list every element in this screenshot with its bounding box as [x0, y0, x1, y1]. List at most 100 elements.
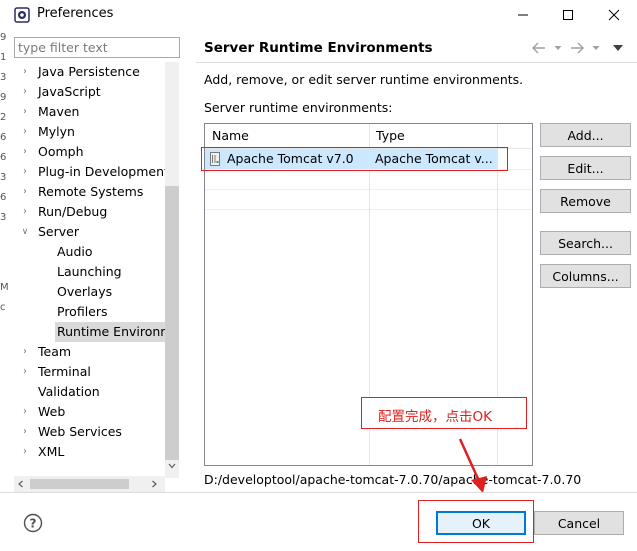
tree-item-label: Web Services [38, 424, 122, 439]
forward-arrow-icon[interactable] [569, 41, 585, 55]
tree-item-label: Validation [38, 384, 100, 399]
chevron-right-icon[interactable]: › [20, 202, 30, 222]
column-header-type[interactable]: Type [369, 124, 497, 148]
minimize-button[interactable] [500, 0, 546, 30]
bottom-divider [0, 492, 637, 493]
tree-item-label: Runtime Environments [57, 324, 165, 339]
tree-item-profilers[interactable]: Profilers [14, 302, 165, 322]
chevron-right-icon[interactable]: › [20, 422, 30, 442]
tree-item-label: Java Persistence [38, 64, 140, 79]
tree-item-audio[interactable]: Audio [14, 242, 165, 262]
tree-item-plugin-development[interactable]: › Plug-in Development [14, 162, 165, 182]
edge-char: 6 [0, 132, 7, 143]
header-divider [196, 62, 637, 63]
tree-item-java-persistence[interactable]: › Java Persistence [14, 62, 165, 82]
tree-item-label: Run/Debug [38, 204, 108, 219]
edge-char: 1 [0, 52, 7, 63]
tree-item-web-services[interactable]: › Web Services [14, 422, 165, 442]
tree-item-label: Audio [57, 244, 93, 259]
tree-item-oomph[interactable]: › Oomph [14, 142, 165, 162]
tree-item-terminal[interactable]: › Terminal [14, 362, 165, 382]
filter-box [14, 37, 180, 58]
tree-item-label: Remote Systems [38, 184, 144, 199]
tree-item-web[interactable]: › Web [14, 402, 165, 422]
tree-item-label: Oomph [38, 144, 84, 159]
chevron-right-icon[interactable]: › [20, 162, 30, 182]
tree-horizontal-scroll-thumb[interactable] [30, 479, 129, 489]
tree-item-maven[interactable]: › Maven [14, 102, 165, 122]
tree-item-label: Profilers [57, 304, 108, 319]
tree-item-mylyn[interactable]: › Mylyn [14, 122, 165, 142]
search-button[interactable]: Search... [540, 231, 631, 255]
tree-item-label: XML [38, 444, 65, 459]
chevron-right-icon[interactable]: › [20, 62, 30, 82]
maximize-button[interactable] [545, 0, 591, 30]
annotation-callout: 配置完成，点击OK [361, 397, 527, 429]
tree-item-label: Terminal [38, 364, 91, 379]
runtime-location-path: D:/developtool/apache-tomcat-7.0.70/apac… [204, 472, 582, 487]
tree-item-overlays[interactable]: Overlays [14, 282, 165, 302]
edge-char: 2 [0, 112, 7, 123]
filter-input[interactable] [15, 38, 179, 57]
tree-item-server[interactable]: ∨ Server [14, 222, 165, 242]
tree-item-label: Mylyn [38, 124, 75, 139]
edge-char: M [0, 282, 9, 293]
edge-char: 3 [0, 72, 7, 83]
preferences-tree: › Java Persistence › JavaScript › Maven … [14, 62, 165, 478]
svg-text:?: ? [30, 517, 37, 531]
close-button[interactable] [591, 0, 637, 30]
chevron-right-icon[interactable]: › [20, 102, 30, 122]
tree-item-label: Maven [38, 104, 80, 119]
tree-item-remote-systems[interactable]: › Remote Systems [14, 182, 165, 202]
remove-button[interactable]: Remove [540, 189, 631, 213]
tree-item-run-debug[interactable]: › Run/Debug [14, 202, 165, 222]
tree-item-team[interactable]: › Team [14, 342, 165, 362]
tree-item-label: Web [38, 404, 66, 419]
tree-item-label: Plug-in Development [38, 164, 165, 179]
ok-button[interactable]: OK [436, 511, 526, 535]
column-header-name[interactable]: Name [205, 124, 369, 148]
dropdown-icon[interactable] [554, 44, 562, 52]
page-title: Server Runtime Environments [204, 40, 433, 56]
page-description: Add, remove, or edit server runtime envi… [204, 72, 524, 87]
add-button[interactable]: Add... [540, 123, 631, 147]
tree-item-javascript[interactable]: › JavaScript [14, 82, 165, 102]
chevron-right-icon[interactable]: › [20, 342, 30, 362]
dropdown-icon[interactable] [592, 44, 600, 52]
chevron-right-icon[interactable]: › [20, 402, 30, 422]
window-title: Preferences [37, 6, 114, 21]
annotation-arrow-icon [458, 438, 487, 493]
tree-item-label: Launching [57, 264, 122, 279]
chevron-right-icon[interactable]: › [20, 362, 30, 382]
chevron-right-icon[interactable]: › [20, 442, 30, 462]
tree-item-label: Team [38, 344, 72, 359]
tree-item-label: JavaScript [38, 84, 101, 99]
help-icon[interactable]: ? [23, 513, 43, 533]
background-window-edge: 9 1 3 9 2 6 6 3 6 3 M c [0, 30, 9, 330]
edge-char: 9 [0, 32, 7, 43]
columns-button[interactable]: Columns... [540, 264, 631, 288]
view-menu-icon[interactable] [612, 43, 624, 53]
annotation-text: 配置完成，点击OK [378, 409, 492, 425]
tree-item-runtime-environments[interactable]: Runtime Environments [14, 322, 165, 342]
tree-item-validation[interactable]: Validation [14, 382, 165, 402]
back-arrow-icon[interactable] [531, 41, 547, 55]
scroll-down-arrow-icon[interactable] [168, 462, 176, 470]
chevron-down-icon[interactable]: ∨ [20, 222, 30, 242]
edit-button[interactable]: Edit... [540, 156, 631, 180]
cancel-button[interactable]: Cancel [534, 511, 624, 535]
chevron-right-icon[interactable]: › [20, 142, 30, 162]
tree-vertical-scroll-thumb[interactable] [165, 186, 179, 460]
maximize-icon [563, 10, 573, 20]
scroll-right-arrow-icon[interactable] [150, 480, 158, 488]
scroll-left-arrow-icon[interactable] [17, 480, 25, 488]
tree-item-launching[interactable]: Launching [14, 262, 165, 282]
tree-item-xml[interactable]: › XML [14, 442, 165, 462]
chevron-right-icon[interactable]: › [20, 182, 30, 202]
title-bar: Preferences [0, 0, 637, 30]
row-highlight-annotation [201, 147, 508, 171]
runtime-list-label: Server runtime environments: [204, 100, 393, 115]
edge-char: 6 [0, 192, 7, 203]
chevron-right-icon[interactable]: › [20, 122, 30, 142]
chevron-right-icon[interactable]: › [20, 82, 30, 102]
